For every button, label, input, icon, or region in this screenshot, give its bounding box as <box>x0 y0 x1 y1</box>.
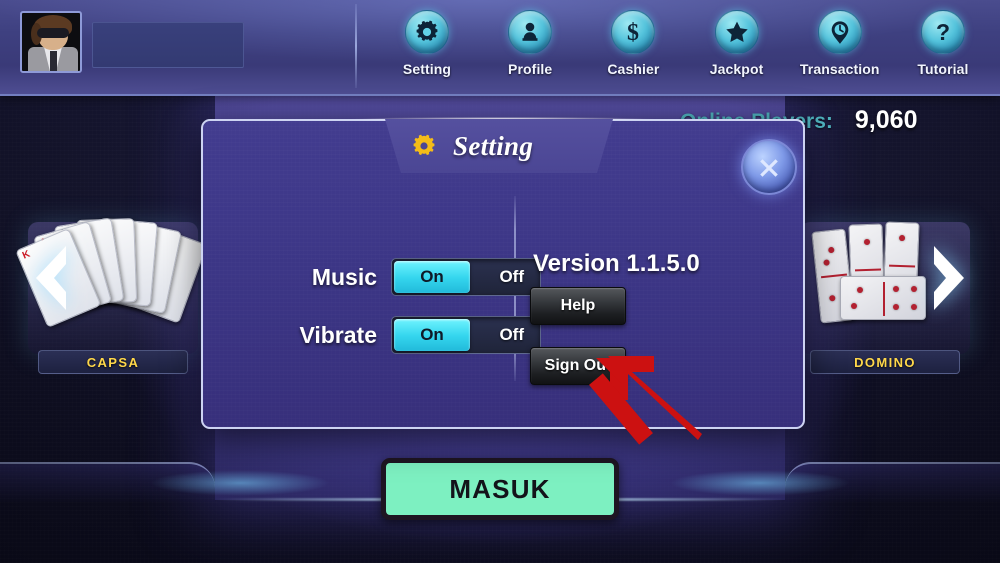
dialog-title-banner: Setting <box>385 119 613 173</box>
nav-label-profile: Profile <box>508 61 553 77</box>
toggle-vibrate[interactable]: On Off <box>391 316 541 354</box>
top-header-bar: Setting Profile $ Cashier Jackpot Transa… <box>0 0 1000 96</box>
help-button[interactable]: Help <box>530 287 626 325</box>
toggle-vibrate-on-knob[interactable]: On <box>394 319 470 351</box>
carousel-prev-chevron-left-icon[interactable] <box>22 242 76 314</box>
nav-label-setting: Setting <box>402 61 452 77</box>
dollar-icon: $ <box>611 10 656 54</box>
nav-label-tutorial: Tutorial <box>917 61 969 77</box>
avatar-tie <box>50 51 57 71</box>
setting-row-vibrate: Vibrate On Off <box>265 316 541 354</box>
sign-out-button[interactable]: Sign Out <box>530 347 626 385</box>
nav-item-cashier[interactable]: $ Cashier <box>586 10 680 77</box>
sign-out-button-label: Sign Out <box>544 357 612 374</box>
setting-row-music: Music On Off <box>265 258 541 296</box>
toggle-vibrate-off-label[interactable]: Off <box>499 325 524 345</box>
header-nav: Setting Profile $ Cashier Jackpot Transa… <box>380 10 990 90</box>
nav-item-transaction[interactable]: Transaction <box>793 10 887 77</box>
toggle-music-on-knob[interactable]: On <box>394 261 470 293</box>
setting-label-music: Music <box>311 263 377 290</box>
gear-icon <box>405 10 449 54</box>
question-mark-icon: ? <box>920 10 965 54</box>
nav-item-profile[interactable]: Profile <box>483 10 577 77</box>
star-icon <box>714 10 759 54</box>
nav-label-cashier: Cashier <box>607 61 660 77</box>
person-icon <box>508 10 553 54</box>
game-label-domino-text: DOMINO <box>854 354 916 370</box>
nav-label-jackpot: Jackpot <box>709 61 764 77</box>
close-x-icon[interactable] <box>741 139 797 195</box>
masuk-button-label: MASUK <box>449 473 551 504</box>
toggle-vibrate-on-label: On <box>420 325 444 344</box>
carousel-next-chevron-right-icon[interactable] <box>924 242 978 314</box>
nav-label-transaction: Transaction <box>799 61 880 77</box>
online-players-count: 9,060 <box>854 106 918 134</box>
svg-text:$: $ <box>627 20 639 45</box>
dialog-title: Setting <box>453 130 534 161</box>
header-vertical-divider <box>355 4 357 88</box>
setting-label-vibrate: Vibrate <box>299 321 377 348</box>
game-label-domino: DOMINO <box>810 350 960 374</box>
version-text: Version 1.1.5.0 <box>533 250 700 277</box>
game-label-capsa-text: CAPSA <box>86 354 140 370</box>
masuk-enter-button[interactable]: MASUK <box>381 458 619 520</box>
clock-pin-icon <box>817 10 862 54</box>
game-label-capsa: CAPSA <box>38 350 188 374</box>
player-nameplate <box>92 22 244 68</box>
toggle-music-off-label[interactable]: Off <box>499 267 524 287</box>
nav-item-jackpot[interactable]: Jackpot <box>690 10 784 77</box>
avatar[interactable] <box>20 11 82 73</box>
setting-dialog: Setting Music On Off Vibrate On Off Vers… <box>201 117 805 429</box>
game-lobby-screen: Online Players: 9,060 A♠ K Q J 10 A K CA… <box>0 0 1000 563</box>
svg-text:?: ? <box>936 19 950 45</box>
nav-item-setting[interactable]: Setting <box>380 10 474 77</box>
nav-item-tutorial[interactable]: ? Tutorial <box>896 10 990 77</box>
help-button-label: Help <box>560 297 596 314</box>
gear-icon <box>413 134 435 156</box>
avatar-sunglasses <box>37 28 69 38</box>
toggle-music-on-label: On <box>420 267 444 286</box>
toggle-music[interactable]: On Off <box>391 258 541 296</box>
